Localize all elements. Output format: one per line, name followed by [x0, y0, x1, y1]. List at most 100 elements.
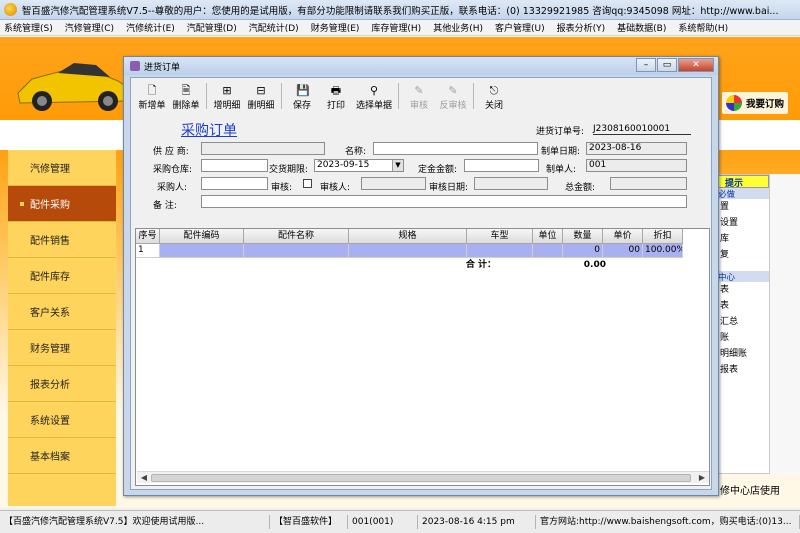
- grid-cell[interactable]: 100.00%: [643, 244, 683, 257]
- audit-icon: ✎: [414, 84, 424, 97]
- menu-item[interactable]: 汽配管理(D): [187, 21, 237, 34]
- unaudit-icon: ✎: [448, 84, 458, 97]
- scroll-right-icon[interactable]: ▶: [697, 473, 707, 483]
- toolbar-button[interactable]: 🖶 打印: [319, 81, 353, 112]
- sidebar-item[interactable]: 系统设置: [8, 402, 116, 438]
- remark-field[interactable]: [201, 195, 687, 208]
- scroll-left-icon[interactable]: ◀: [139, 473, 149, 483]
- toolbar-button[interactable]: ⊞ 增明细: [210, 81, 244, 112]
- close-window-button[interactable]: ✕: [678, 58, 714, 72]
- menu-item[interactable]: 客户管理(U): [495, 21, 545, 34]
- total-amount-label: 总金额:: [565, 183, 596, 193]
- toolbar-button[interactable]: 🗋 新增单: [135, 81, 169, 112]
- grid-column-header[interactable]: 车型: [467, 229, 533, 243]
- maximize-button[interactable]: ▭: [657, 58, 677, 72]
- hint-link[interactable]: 明细账: [716, 346, 769, 362]
- menu-item[interactable]: 库存管理(H): [371, 21, 421, 34]
- grid-column-header[interactable]: 数量: [563, 229, 603, 243]
- minimize-button[interactable]: –: [636, 58, 656, 72]
- grid-column-header[interactable]: 序号: [136, 229, 160, 243]
- sidebar-item[interactable]: 配件库存: [8, 258, 116, 294]
- toolbar-button[interactable]: ⎋ 关闭: [477, 81, 511, 112]
- audit-date-field[interactable]: [474, 177, 548, 190]
- form-title: 采购订单: [181, 123, 237, 139]
- name-field[interactable]: [373, 142, 538, 155]
- hint-link[interactable]: 表: [716, 282, 769, 298]
- grid-column-header[interactable]: 单位: [533, 229, 563, 243]
- chevron-down-icon[interactable]: ▼: [392, 160, 403, 171]
- grid-cell[interactable]: 0: [563, 244, 603, 257]
- hint-link[interactable]: 库: [716, 231, 769, 247]
- scroll-thumb[interactable]: [151, 474, 691, 482]
- toolbar-button[interactable]: ⊟ 删明细: [244, 81, 278, 112]
- grid-cell[interactable]: [533, 244, 563, 257]
- grid-column-header[interactable]: 配件编码: [160, 229, 244, 243]
- sidebar-item[interactable]: 汽修管理: [8, 150, 116, 186]
- menu-item[interactable]: 基础数据(B): [617, 21, 666, 34]
- order-number-value: J2308160010001: [593, 124, 691, 135]
- delivery-deadline-picker[interactable]: 2023-09-15 ▼: [314, 159, 404, 172]
- total-amount-field[interactable]: [610, 177, 687, 190]
- sidebar-item[interactable]: 基本档案: [8, 438, 116, 474]
- grid-cell[interactable]: [160, 244, 244, 257]
- hint-link[interactable]: 报表: [716, 362, 769, 378]
- hint-link[interactable]: 复: [716, 247, 769, 263]
- grid-column-header[interactable]: 折扣: [643, 229, 683, 243]
- grid-column-header[interactable]: 配件名称: [244, 229, 349, 243]
- buy-now-button[interactable]: 我要订购: [722, 92, 789, 114]
- toolbar-button[interactable]: ✎ 审核: [402, 81, 436, 112]
- creator-field[interactable]: 001: [586, 159, 687, 172]
- menu-item[interactable]: 汽修管理(C): [65, 21, 114, 34]
- grid-total-row: 合 计： 0.00: [136, 259, 608, 272]
- created-date-field[interactable]: 2023-08-16: [586, 142, 687, 155]
- grid-cell[interactable]: [244, 244, 349, 257]
- menu-item[interactable]: 汽配统计(D): [249, 21, 299, 34]
- grid-cell[interactable]: 00: [603, 244, 643, 257]
- menu-item[interactable]: 财务管理(E): [311, 21, 360, 34]
- toolbar-button[interactable]: ✎ 反审核: [436, 81, 470, 112]
- audit-label: 审核:: [271, 183, 293, 193]
- toolbar-button[interactable]: 💾 保存: [285, 81, 319, 112]
- horizontal-scrollbar[interactable]: ◀ ▶: [137, 471, 709, 483]
- toolbar-separator: [206, 83, 207, 109]
- supplier-field[interactable]: [201, 142, 325, 155]
- grid-column-header[interactable]: 单价: [603, 229, 643, 243]
- audit-checkbox[interactable]: [303, 179, 312, 188]
- sidebar-item[interactable]: 财务管理: [8, 330, 116, 366]
- status-cell: 【百盛汽修汽配管理系统V7.5】欢迎使用试用版...: [0, 515, 270, 529]
- menu-item[interactable]: 报表分析(Y): [557, 21, 606, 34]
- grid-cell[interactable]: [467, 244, 533, 257]
- deposit-field[interactable]: [464, 159, 539, 172]
- warehouse-label: 采购仓库:: [153, 165, 193, 175]
- sidebar-item[interactable]: 配件采购: [8, 186, 116, 222]
- hint-link[interactable]: 账: [716, 330, 769, 346]
- hint-link[interactable]: 置: [716, 199, 769, 215]
- purchaser-field[interactable]: [201, 177, 268, 190]
- sidebar-item[interactable]: 客户关系: [8, 294, 116, 330]
- sidebar-item[interactable]: 报表分析: [8, 366, 116, 402]
- menu-item[interactable]: 其他业务(H): [433, 21, 483, 34]
- dialog-icon: [130, 61, 140, 71]
- sidebar-item[interactable]: 配件销售: [8, 222, 116, 258]
- grid-cell[interactable]: 1: [136, 244, 160, 257]
- grid-cell[interactable]: [349, 244, 467, 257]
- hint-link[interactable]: 表: [716, 298, 769, 314]
- table-row[interactable]: 1 0 00 100.00%: [136, 244, 683, 258]
- status-bar: 【百盛汽修汽配管理系统V7.5】欢迎使用试用版... 【智百盛软件】 001(001…: [0, 510, 800, 533]
- warehouse-field[interactable]: [201, 159, 268, 172]
- grid-column-header[interactable]: 规格: [349, 229, 467, 243]
- menu-item[interactable]: 汽修统计(E): [126, 21, 175, 34]
- toolbar-button[interactable]: ⚲ 选择单据: [353, 81, 395, 112]
- auditor-field[interactable]: [361, 177, 426, 190]
- app-logo-icon: [4, 3, 17, 16]
- hint-link[interactable]: 设置: [716, 215, 769, 231]
- menu-item[interactable]: 系统管理(S): [4, 21, 53, 34]
- order-detail-grid: 序号 配件编码 配件名称 规格 车型 单位 数量 单价 折扣 1 0 00 100.00% 合 计： …: [135, 228, 710, 486]
- hint-link[interactable]: 汇总: [716, 314, 769, 330]
- status-cell: 【智百盛软件】: [270, 515, 348, 529]
- menu-item[interactable]: 系统帮助(H): [678, 21, 728, 34]
- supplier-label: 供 应 商:: [153, 147, 189, 157]
- toolbar-button[interactable]: 🗎 删除单: [169, 81, 203, 112]
- hint-panel: 提示 必做 置设置库复 中心 表表汇总账明细账 报表: [715, 174, 770, 474]
- menu-bar: 系统管理(S) 汽修管理(C) 汽修统计(E) 汽配管理(D) 汽配统计(D) 财务管理(…: [0, 20, 800, 36]
